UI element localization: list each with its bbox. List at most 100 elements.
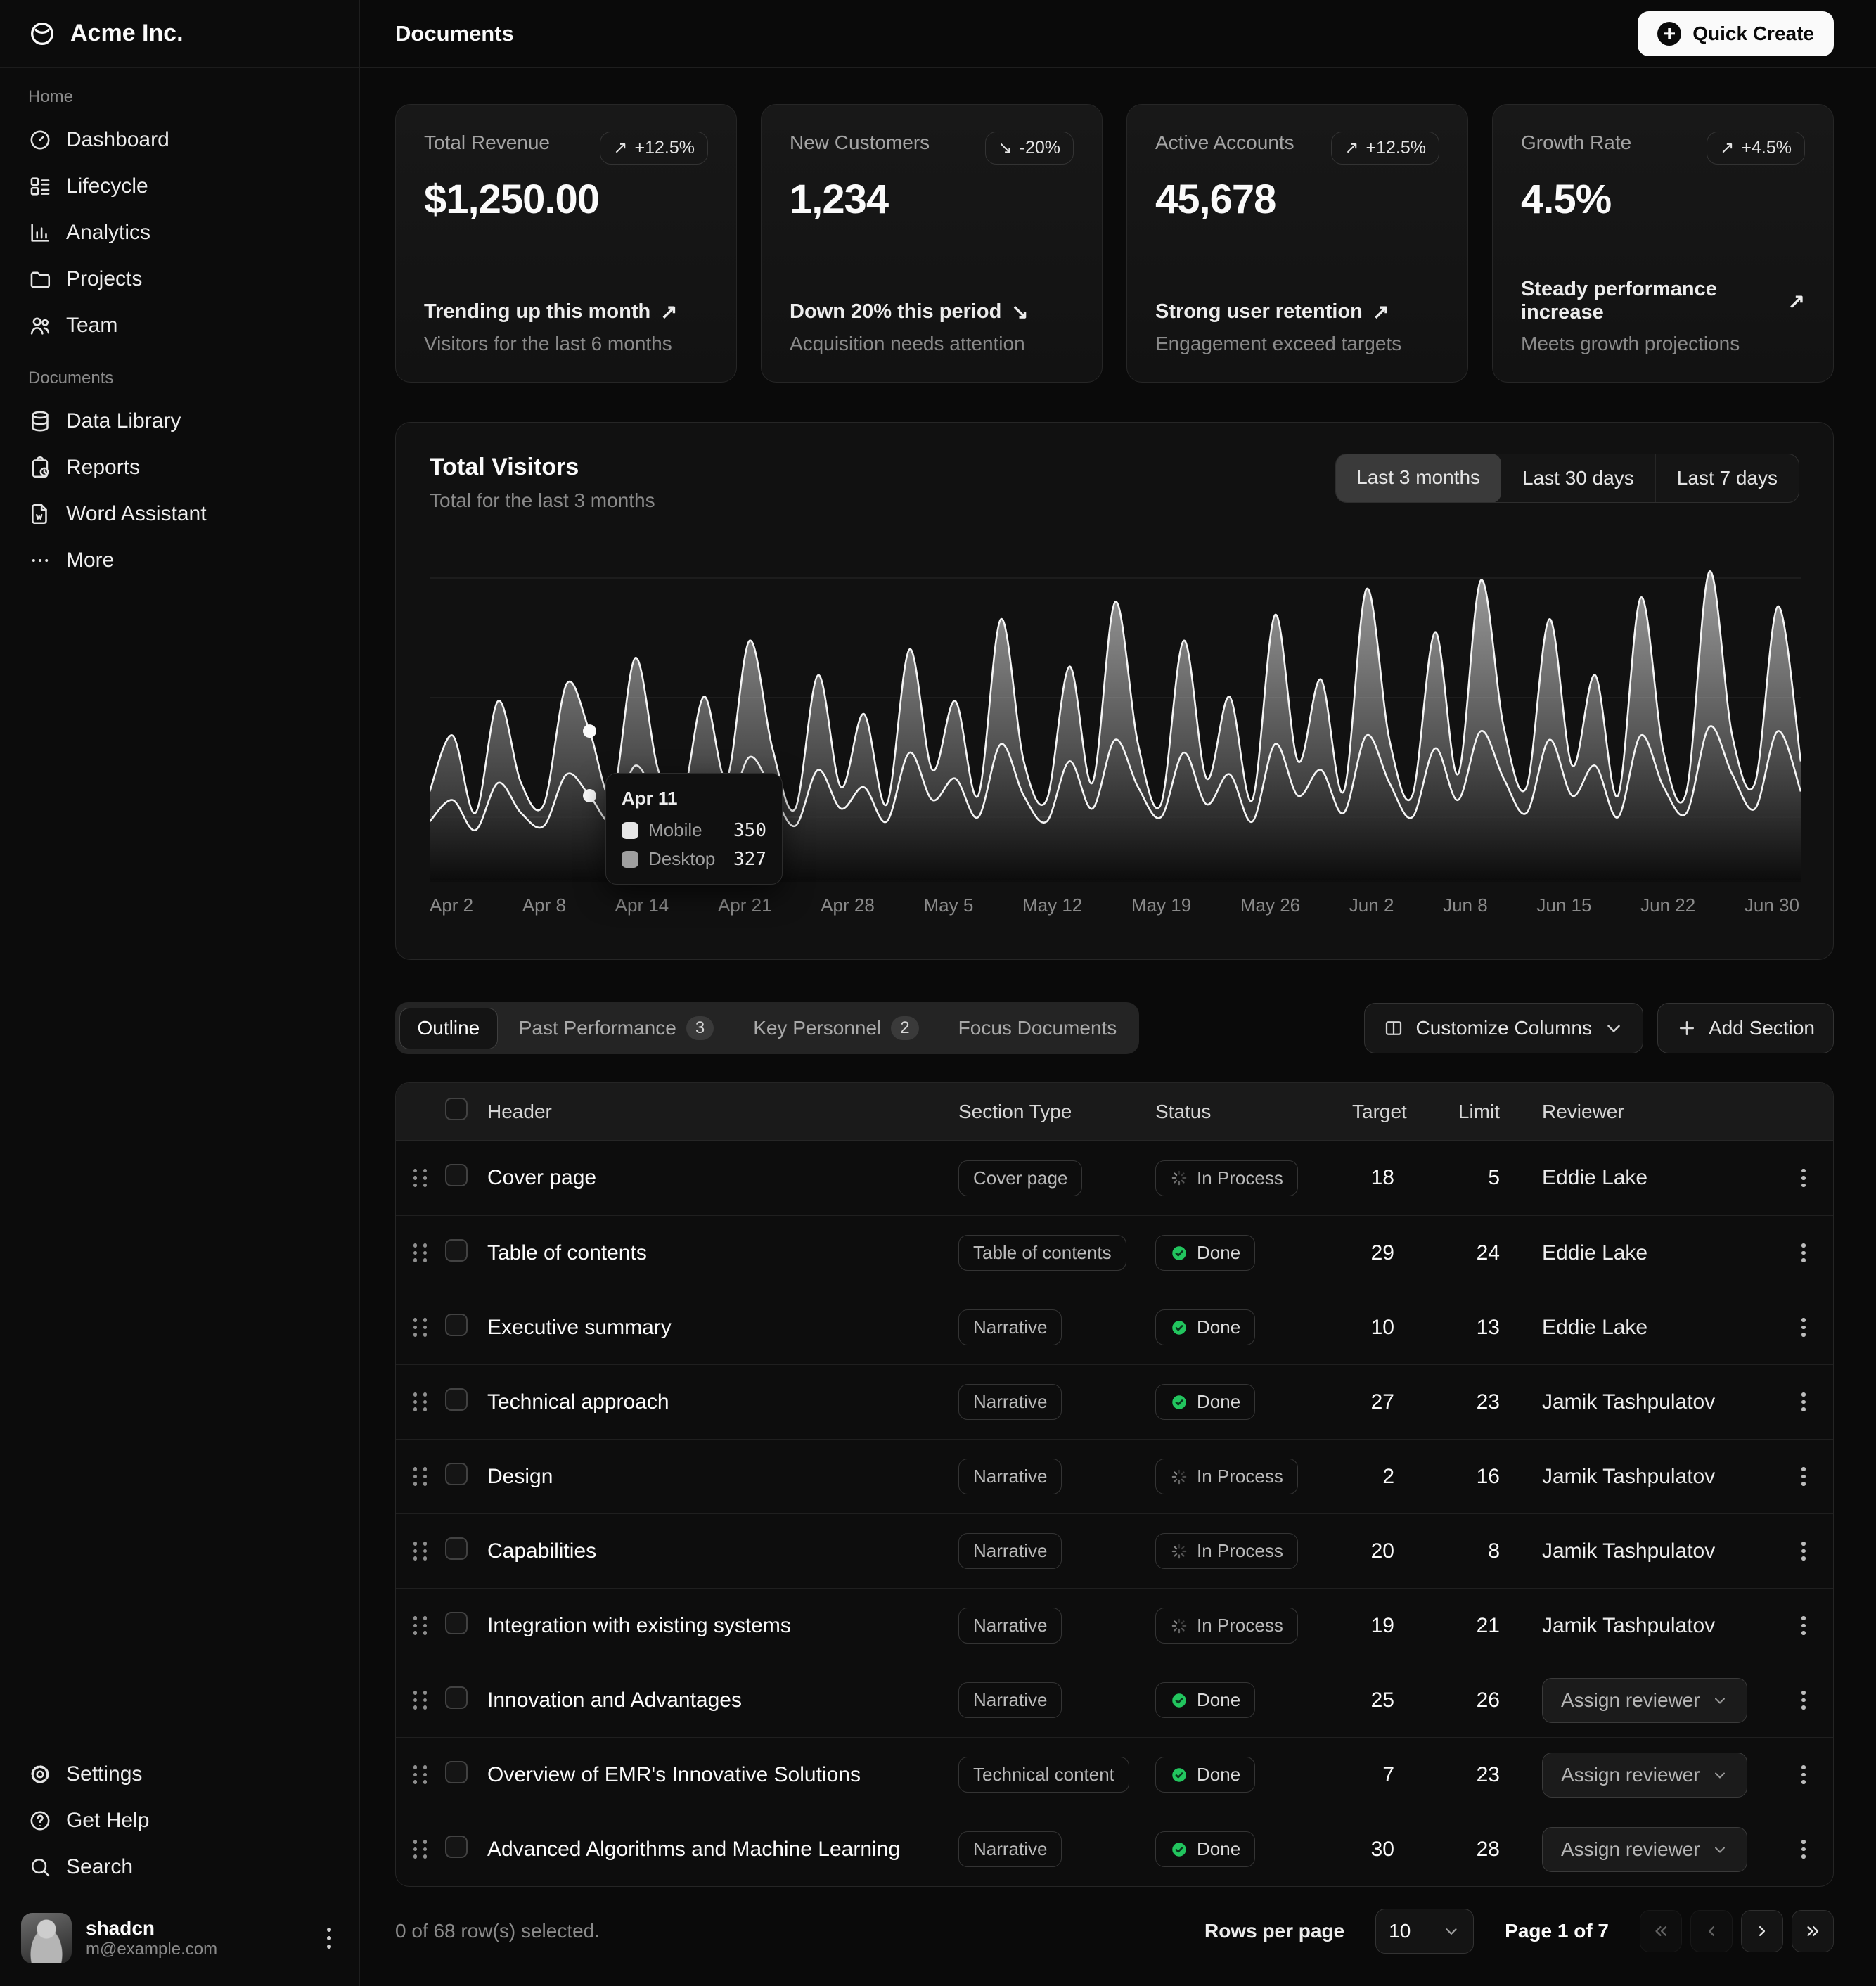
sidebar-item-get-help[interactable]: Get Help — [14, 1798, 345, 1844]
sidebar-item-analytics[interactable]: Analytics — [14, 210, 345, 256]
assign-reviewer-select[interactable]: Assign reviewer — [1542, 1827, 1747, 1872]
drag-handle-icon[interactable] — [396, 1542, 445, 1561]
sidebar-item-word-assistant[interactable]: Word Assistant — [14, 491, 345, 537]
tab-outline[interactable]: Outline — [399, 1008, 498, 1049]
drag-cell — [396, 1169, 445, 1188]
sidebar-item-settings[interactable]: Settings — [14, 1751, 345, 1798]
sidebar-item-reports[interactable]: Reports — [14, 444, 345, 491]
sidebar-item-team[interactable]: Team — [14, 302, 345, 349]
row-menu-dots-icon[interactable] — [1774, 1160, 1833, 1196]
target-value: 27 — [1352, 1390, 1437, 1414]
row-header-link[interactable]: Integration with existing systems — [487, 1614, 958, 1638]
sidebar-item-label: Word Assistant — [66, 502, 207, 526]
reviewer-cell: Eddie Lake — [1542, 1241, 1774, 1265]
x-tick: May 12 — [1022, 895, 1082, 916]
row-checkbox[interactable] — [445, 1164, 468, 1186]
check-circle-icon — [1170, 1766, 1188, 1784]
row-menu-dots-icon[interactable] — [1774, 1757, 1833, 1793]
status-label: In Process — [1197, 1167, 1283, 1189]
sidebar-item-label: Settings — [66, 1762, 142, 1786]
row-header-link[interactable]: Capabilities — [487, 1539, 958, 1563]
sidebar-item-more[interactable]: More — [14, 537, 345, 584]
target-value: 20 — [1352, 1539, 1437, 1563]
row-checkbox[interactable] — [445, 1388, 468, 1411]
drag-handle-icon[interactable] — [396, 1467, 445, 1486]
x-tick: Jun 2 — [1349, 895, 1394, 916]
tab-focus-documents[interactable]: Focus Documents — [940, 1007, 1136, 1049]
stat-footer: Trending up this month↗Visitors for the … — [424, 300, 708, 355]
user-menu[interactable]: shadcn m@example.com — [14, 1906, 345, 1971]
brand[interactable]: Acme Inc. — [0, 0, 359, 68]
row-menu-cell — [1774, 1608, 1833, 1644]
sidebar-item-data-library[interactable]: Data Library — [14, 398, 345, 444]
drag-handle-icon[interactable] — [396, 1616, 445, 1635]
chevron-down-icon — [1442, 1922, 1460, 1940]
row-menu-dots-icon[interactable] — [1774, 1831, 1833, 1867]
sidebar-item-label: Lifecycle — [66, 174, 148, 198]
row-checkbox[interactable] — [445, 1612, 468, 1634]
row-menu-dots-icon[interactable] — [1774, 1309, 1833, 1345]
row-checkbox[interactable] — [445, 1686, 468, 1709]
drag-handle-icon[interactable] — [396, 1169, 445, 1188]
row-checkbox[interactable] — [445, 1463, 468, 1485]
hover-point — [583, 724, 596, 738]
select-all-checkbox[interactable] — [445, 1098, 468, 1120]
row-header-link[interactable]: Advanced Algorithms and Machine Learning — [487, 1838, 958, 1862]
sidebar-item-search[interactable]: Search — [14, 1844, 345, 1890]
last-page-button[interactable] — [1792, 1910, 1834, 1952]
assign-reviewer-label: Assign reviewer — [1561, 1764, 1700, 1786]
row-header-link[interactable]: Design — [487, 1465, 958, 1489]
row-menu-dots-icon[interactable] — [1774, 1459, 1833, 1494]
sidebar-item-dashboard[interactable]: Dashboard — [14, 117, 345, 163]
row-checkbox[interactable] — [445, 1314, 468, 1336]
first-page-button[interactable] — [1640, 1910, 1682, 1952]
sidebar-section-label: Documents — [14, 369, 345, 388]
acme-logo-icon — [28, 20, 56, 48]
row-header-link[interactable]: Cover page — [487, 1166, 958, 1190]
drag-handle-icon[interactable] — [396, 1392, 445, 1411]
row-header-link[interactable]: Table of contents — [487, 1241, 958, 1265]
sidebar-item-projects[interactable]: Projects — [14, 256, 345, 302]
rows-per-page-select[interactable]: 10 — [1375, 1909, 1474, 1954]
checkbox-cell — [445, 1463, 487, 1491]
prev-page-button[interactable] — [1690, 1910, 1733, 1952]
row-menu-dots-icon[interactable] — [1774, 1235, 1833, 1271]
row-header-link[interactable]: Innovation and Advantages — [487, 1689, 958, 1712]
drag-handle-icon[interactable] — [396, 1691, 445, 1710]
row-checkbox[interactable] — [445, 1836, 468, 1858]
row-menu-dots-icon[interactable] — [1774, 1533, 1833, 1569]
assign-reviewer-select[interactable]: Assign reviewer — [1542, 1753, 1747, 1798]
customize-columns-button[interactable]: Customize Columns — [1364, 1003, 1643, 1053]
stat-footer: Steady performance increase↗Meets growth… — [1521, 278, 1805, 355]
tab-key-personnel[interactable]: Key Personnel2 — [735, 1006, 937, 1050]
row-checkbox[interactable] — [445, 1537, 468, 1560]
row-checkbox[interactable] — [445, 1761, 468, 1783]
limit-value: 5 — [1437, 1166, 1542, 1190]
range-last-30-days[interactable]: Last 30 days — [1501, 454, 1655, 502]
drag-handle-icon[interactable] — [396, 1840, 445, 1859]
quick-create-button[interactable]: Quick Create — [1638, 11, 1834, 56]
range-last-3-months[interactable]: Last 3 months — [1335, 454, 1501, 503]
assign-reviewer-select[interactable]: Assign reviewer — [1542, 1678, 1747, 1723]
user-menu-dots-icon[interactable] — [320, 1921, 338, 1956]
visitors-area-chart[interactable]: Apr 11 Mobile 350 Desktop 327 — [430, 537, 1799, 882]
row-menu-dots-icon[interactable] — [1774, 1682, 1833, 1718]
stat-line2: Visitors for the last 6 months — [424, 333, 708, 355]
range-last-7-days[interactable]: Last 7 days — [1655, 454, 1799, 502]
drag-handle-icon[interactable] — [396, 1765, 445, 1784]
row-menu-cell — [1774, 1533, 1833, 1569]
row-header-link[interactable]: Overview of EMR's Innovative Solutions — [487, 1763, 958, 1787]
brand-name: Acme Inc. — [70, 20, 184, 47]
add-section-button[interactable]: Add Section — [1657, 1003, 1834, 1053]
row-menu-dots-icon[interactable] — [1774, 1608, 1833, 1644]
sidebar-item-lifecycle[interactable]: Lifecycle — [14, 163, 345, 210]
row-menu-dots-icon[interactable] — [1774, 1384, 1833, 1420]
drag-handle-icon[interactable] — [396, 1318, 445, 1337]
row-checkbox[interactable] — [445, 1239, 468, 1262]
tab-past-performance[interactable]: Past Performance3 — [501, 1006, 732, 1050]
target-value: 25 — [1352, 1689, 1437, 1712]
drag-handle-icon[interactable] — [396, 1243, 445, 1262]
row-header-link[interactable]: Executive summary — [487, 1316, 958, 1340]
row-header-link[interactable]: Technical approach — [487, 1390, 958, 1414]
next-page-button[interactable] — [1741, 1910, 1783, 1952]
